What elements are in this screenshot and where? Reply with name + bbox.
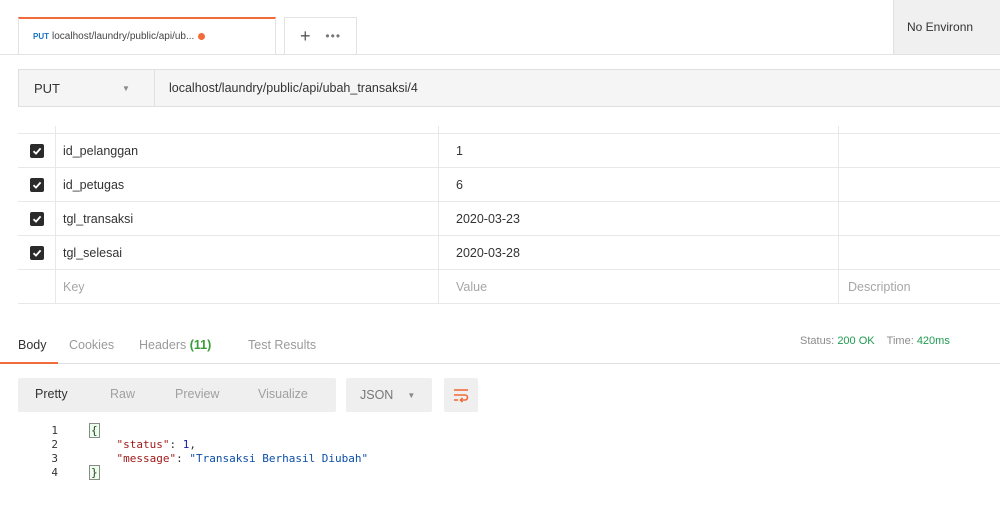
more-tabs-button[interactable]: ••• bbox=[325, 29, 341, 43]
url-bar: PUT ▼ localhost/laundry/public/api/ubah_… bbox=[18, 69, 1000, 107]
response-status-line: Status: 200 OK Time: 420ms bbox=[800, 335, 950, 347]
format-pretty[interactable]: Pretty bbox=[35, 387, 68, 401]
chevron-down-icon: ▼ bbox=[407, 390, 416, 400]
method-select[interactable]: PUT ▼ bbox=[19, 70, 155, 106]
check-icon bbox=[32, 181, 41, 189]
response-body-code[interactable]: 1 { 2 "status": 1, 3 "message": "Transak… bbox=[0, 423, 1000, 480]
tab-headers-label: Headers bbox=[139, 338, 187, 352]
param-value[interactable]: 2020-03-23 bbox=[438, 202, 838, 236]
response-tabs: Body Cookies Headers (11) Test Results S… bbox=[0, 328, 1000, 364]
status-label: Status: bbox=[800, 335, 835, 347]
code-line: 2 "status": 1, bbox=[0, 438, 1000, 452]
request-tab-url: localhost/laundry/public/api/ub... bbox=[52, 31, 195, 42]
language-select[interactable]: JSON ▼ bbox=[346, 378, 432, 412]
time-value: 420ms bbox=[916, 335, 950, 347]
table-cell-check bbox=[18, 270, 56, 304]
checkbox[interactable] bbox=[29, 144, 44, 158]
code-line: 4 } bbox=[0, 465, 1000, 480]
new-key-input[interactable]: Key bbox=[63, 270, 85, 304]
params-table: id_pelanggan 1 id_petugas 6 tgl_transaks… bbox=[18, 126, 1000, 304]
param-value[interactable]: 1 bbox=[438, 134, 838, 168]
environment-select[interactable]: No Environn bbox=[893, 0, 1000, 54]
tab-cookies[interactable]: Cookies bbox=[69, 338, 114, 352]
line-number: 4 bbox=[51, 466, 58, 479]
checkbox[interactable] bbox=[29, 212, 44, 226]
new-description-input[interactable]: Description bbox=[838, 270, 1000, 304]
checkbox[interactable] bbox=[29, 246, 44, 260]
param-description[interactable] bbox=[838, 236, 1000, 270]
wrap-lines-button[interactable] bbox=[444, 378, 478, 412]
line-number: 3 bbox=[51, 452, 58, 465]
param-value[interactable]: 2020-03-28 bbox=[438, 236, 838, 270]
code-text: { bbox=[89, 423, 100, 438]
line-number: 2 bbox=[51, 438, 58, 451]
param-key[interactable]: tgl_transaksi bbox=[63, 202, 133, 236]
headers-count-badge: (11) bbox=[189, 338, 212, 352]
table-cell-check bbox=[18, 236, 56, 270]
param-description[interactable] bbox=[838, 168, 1000, 202]
tab-headers[interactable]: Headers (11) bbox=[139, 338, 211, 352]
format-toggle-group: Pretty Raw Preview Visualize bbox=[18, 378, 336, 412]
method-select-value: PUT bbox=[34, 80, 60, 96]
check-icon bbox=[32, 215, 41, 223]
checkbox[interactable] bbox=[29, 178, 44, 192]
check-icon bbox=[32, 147, 41, 155]
open-brace: { bbox=[89, 423, 100, 438]
wrap-lines-icon bbox=[454, 389, 469, 403]
line-number: 1 bbox=[51, 424, 58, 437]
table-row-partial bbox=[18, 126, 1000, 134]
tab-divider bbox=[0, 54, 1000, 55]
table-row: id_petugas 6 bbox=[18, 168, 1000, 202]
close-brace: } bbox=[89, 465, 100, 480]
unsaved-dot-icon bbox=[198, 33, 206, 40]
time-label: Time: bbox=[886, 335, 914, 347]
json-key: "status" bbox=[116, 438, 170, 451]
request-tab-method: PUT bbox=[33, 32, 49, 41]
table-row: tgl_transaksi 2020-03-23 bbox=[18, 202, 1000, 236]
format-raw[interactable]: Raw bbox=[110, 387, 135, 401]
param-description[interactable] bbox=[838, 202, 1000, 236]
tab-actions: + ••• bbox=[284, 17, 357, 54]
new-value-input[interactable]: Value bbox=[438, 270, 838, 304]
param-key[interactable]: tgl_selesai bbox=[63, 236, 122, 270]
table-cell-value bbox=[438, 126, 838, 134]
code-text: "status": 1, bbox=[116, 438, 196, 451]
request-tab[interactable]: PUT localhost/laundry/public/api/ub... bbox=[18, 17, 276, 54]
table-row-new: Key Value Description bbox=[18, 270, 1000, 304]
param-value[interactable]: 6 bbox=[438, 168, 838, 202]
json-number: 1 bbox=[182, 438, 190, 451]
json-string: "Transaksi Berhasil Diubah" bbox=[189, 452, 369, 465]
table-cell-check bbox=[18, 126, 56, 134]
code-text: "message": "Transaksi Berhasil Diubah" bbox=[116, 452, 369, 465]
url-input[interactable]: localhost/laundry/public/api/ubah_transa… bbox=[169, 81, 418, 95]
code-text: } bbox=[89, 465, 100, 480]
param-description[interactable] bbox=[838, 134, 1000, 168]
table-cell-description bbox=[838, 126, 1000, 134]
param-key[interactable]: id_petugas bbox=[63, 168, 124, 202]
table-cell-check bbox=[18, 202, 56, 236]
table-row: tgl_selesai 2020-03-28 bbox=[18, 236, 1000, 270]
table-row: id_pelanggan 1 bbox=[18, 134, 1000, 168]
tab-body[interactable]: Body bbox=[18, 338, 47, 352]
format-preview[interactable]: Preview bbox=[175, 387, 219, 401]
code-line: 1 { bbox=[0, 423, 1000, 438]
code-line: 3 "message": "Transaksi Berhasil Diubah" bbox=[0, 452, 1000, 466]
table-cell-check bbox=[18, 168, 56, 202]
param-key[interactable]: id_pelanggan bbox=[63, 134, 138, 168]
language-select-value: JSON bbox=[360, 388, 394, 402]
tab-bar: PUT localhost/laundry/public/api/ub... +… bbox=[0, 0, 1000, 56]
status-value: 200 OK bbox=[837, 335, 875, 347]
table-cell-check bbox=[18, 134, 56, 168]
json-key: "message" bbox=[116, 452, 177, 465]
chevron-down-icon: ▼ bbox=[122, 84, 130, 93]
check-icon bbox=[32, 249, 41, 257]
format-visualize[interactable]: Visualize bbox=[258, 387, 308, 401]
new-tab-button[interactable]: + bbox=[300, 27, 311, 45]
tab-test-results[interactable]: Test Results bbox=[248, 338, 316, 352]
active-tab-indicator bbox=[0, 362, 58, 364]
